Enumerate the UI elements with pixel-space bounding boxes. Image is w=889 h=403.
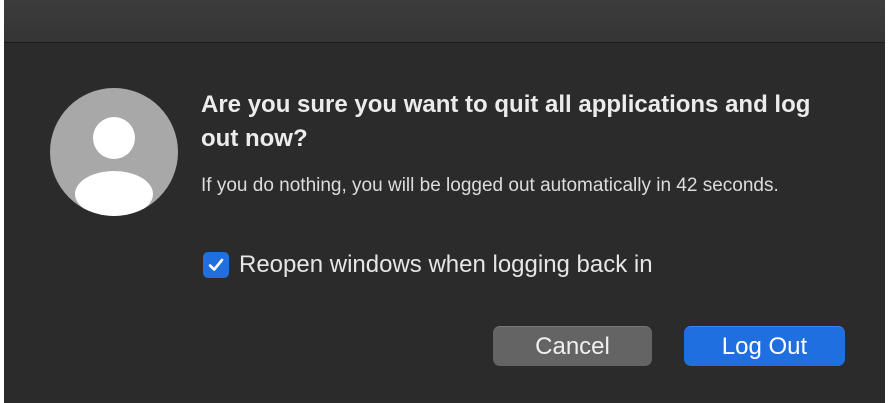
dialog-message: If you do nothing, you will be logged ou… xyxy=(201,175,779,196)
dialog-title: Are you sure you want to quit all applic… xyxy=(201,91,811,152)
user-silhouette-icon xyxy=(50,88,178,216)
reopen-windows-label[interactable]: Reopen windows when logging back in xyxy=(239,250,653,280)
cancel-button[interactable]: Cancel xyxy=(493,326,652,366)
checkmark-icon[interactable] xyxy=(203,252,229,278)
log-out-button[interactable]: Log Out xyxy=(684,326,845,366)
dialog-titlebar[interactable] xyxy=(4,0,885,43)
logout-dialog: Are you sure you want to quit all applic… xyxy=(4,0,885,403)
reopen-windows-checkbox[interactable]: Reopen windows when logging back in xyxy=(203,250,653,280)
